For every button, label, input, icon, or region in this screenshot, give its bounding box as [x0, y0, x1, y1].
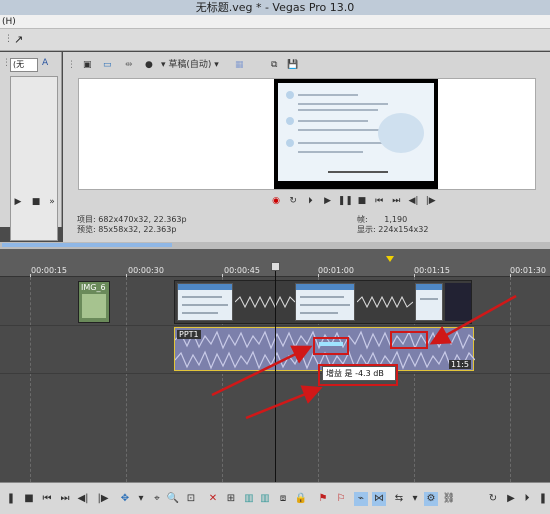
go-to-start-icon[interactable]: ⏮ — [40, 492, 54, 506]
prev-frame-icon[interactable]: ◀| — [76, 492, 90, 506]
marker-insert-icon[interactable]: ⚑ — [316, 492, 330, 506]
next-frame-icon[interactable]: |▶ — [96, 492, 110, 506]
zoom-tool-icon[interactable]: 🔍 — [166, 492, 180, 506]
trim-icon[interactable]: ⊞ — [224, 492, 238, 506]
lock-icon[interactable]: 🔒 — [294, 492, 308, 506]
auto-crossfade-icon[interactable]: ⋈ — [372, 492, 386, 506]
region-insert-icon[interactable]: ⚐ — [334, 492, 348, 506]
lock-envelopes-icon[interactable]: ⚙ — [424, 492, 438, 506]
normal-edit-tool-icon[interactable]: ✥ — [118, 492, 132, 506]
delete-icon[interactable]: ✕ — [206, 492, 220, 506]
trim-end-icon[interactable]: ▥ — [258, 492, 272, 506]
play-from-start-icon[interactable]: ⏵ — [520, 492, 534, 506]
go-to-end-icon[interactable]: ⏭ — [58, 492, 72, 506]
trim-start-icon[interactable]: ▥ — [242, 492, 256, 506]
stop-icon[interactable]: ■ — [22, 492, 36, 506]
ignore-grouping-icon[interactable]: ⛓ — [442, 492, 456, 506]
split-icon[interactable]: ⧈ — [276, 492, 290, 506]
dropdown-icon[interactable]: ▾ — [408, 492, 422, 506]
timeline-toolbar: ❚ ■ ⏮ ⏭ ◀| |▶ ✥ ▾ ⌖ 🔍 ⊡ ✕ ⊞ ▥ ▥ ⧈ 🔒 ⚑ ⚐ … — [0, 482, 550, 514]
pause-icon[interactable]: ❚ — [536, 492, 550, 506]
snap-icon[interactable]: ⌁ — [354, 492, 368, 506]
zoom-selection-icon[interactable]: ⊡ — [184, 492, 198, 506]
play-icon[interactable]: ▶ — [504, 492, 518, 506]
envelope-tool-icon[interactable]: ⌖ — [150, 492, 164, 506]
ripple-edit-icon[interactable]: ⇆ — [392, 492, 406, 506]
annotation-arrows — [211, 294, 517, 420]
record-icon[interactable]: ❚ — [4, 492, 18, 506]
loop-icon[interactable]: ↻ — [486, 492, 500, 506]
dropdown-icon[interactable]: ▾ — [134, 492, 148, 506]
